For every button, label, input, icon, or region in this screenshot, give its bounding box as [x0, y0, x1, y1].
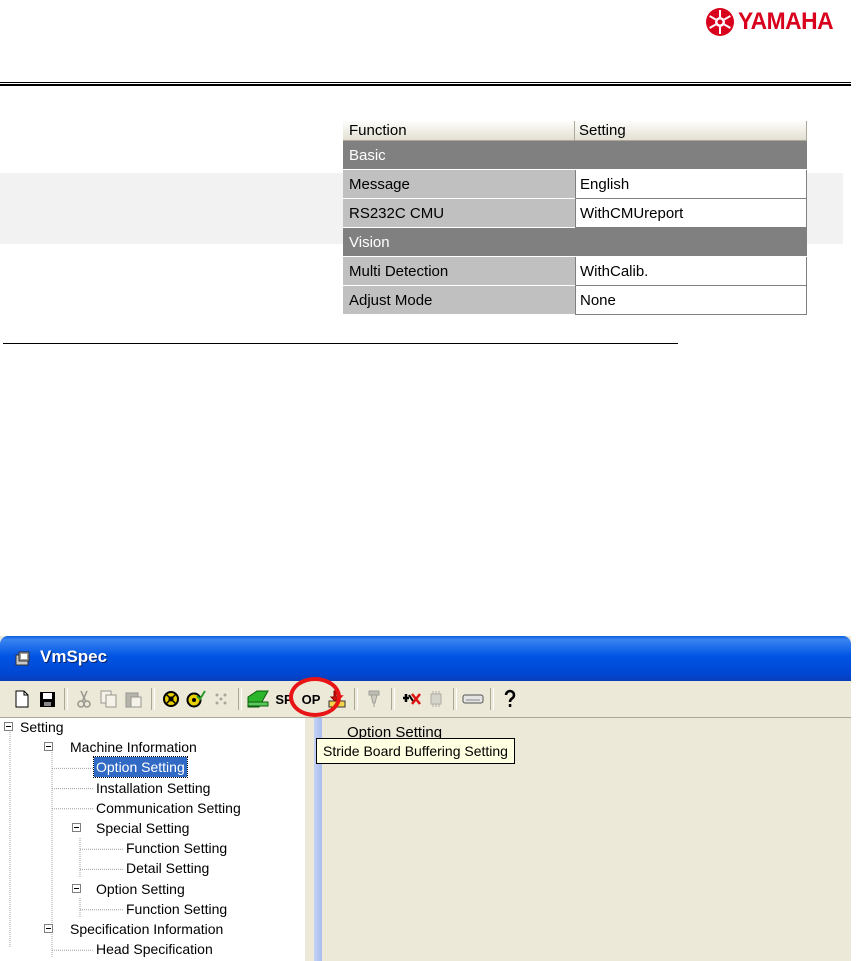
- paste-button[interactable]: [122, 686, 146, 712]
- help-button[interactable]: [498, 686, 522, 712]
- new-file-icon: [15, 690, 29, 708]
- setting-cell[interactable]: English: [575, 170, 807, 199]
- setting-cell: [575, 228, 807, 257]
- paste-icon: [125, 692, 142, 708]
- tree-item[interactable]: Option Setting: [0, 756, 305, 779]
- tree-item-label: Communication Setting: [96, 799, 241, 816]
- new-file-button[interactable]: [10, 686, 34, 712]
- function-cell: Vision: [343, 228, 575, 257]
- function-cell: Message: [343, 170, 575, 199]
- tree-item-label: Setting: [20, 719, 64, 735]
- tree-item[interactable]: Detail Setting: [0, 858, 305, 878]
- tree-item[interactable]: Option Setting: [0, 879, 305, 899]
- column-header-setting[interactable]: Setting: [575, 121, 807, 141]
- toolbar-separator: [238, 688, 242, 710]
- settings-tree: Setting Machine Information Option Setting…: [0, 718, 305, 961]
- tree-item-label: Installation Setting: [96, 779, 211, 796]
- toolbar-separator: [151, 688, 155, 710]
- tree-item-label: Head Specification: [96, 941, 213, 958]
- collapse-toggle-icon[interactable]: [44, 924, 53, 933]
- yamaha-logo: YAMAHA: [705, 5, 863, 39]
- dots-grid-icon: [215, 693, 227, 705]
- copy-icon: [100, 690, 117, 708]
- tree-item[interactable]: Installation Setting: [0, 778, 305, 798]
- collapse-toggle-icon[interactable]: [72, 883, 81, 893]
- setting-cell[interactable]: WithCalib.: [575, 257, 807, 286]
- collapse-toggle-icon[interactable]: [4, 722, 13, 731]
- chip-button[interactable]: [424, 686, 448, 712]
- disconnect-plug-icon: [403, 693, 421, 705]
- collapse-toggle-icon[interactable]: [44, 742, 53, 752]
- grid-group-row[interactable]: Vision: [343, 228, 807, 257]
- tree-item-label: Detail Setting: [126, 860, 210, 877]
- grid-row[interactable]: Multi Detection WithCalib.: [343, 257, 807, 286]
- function-cell: Adjust Mode: [343, 286, 575, 315]
- reel-icon: [163, 691, 179, 707]
- grid-row[interactable]: Message English: [343, 170, 807, 199]
- green-board-icon: [247, 690, 269, 708]
- setting-cell: [575, 141, 807, 170]
- logo-text: YAMAHA: [738, 8, 834, 35]
- function-cell: Multi Detection: [343, 257, 575, 286]
- tree-item-label: Machine Information: [70, 739, 197, 756]
- toolbar: SP OP: [0, 681, 851, 718]
- help-question-icon: [504, 689, 516, 707]
- tree-item[interactable]: Communication Setting: [0, 798, 305, 818]
- vmspec-window: VmSpec SP OP Setting Machine Information…: [0, 636, 851, 961]
- save-button[interactable]: [35, 686, 59, 712]
- disconnect-button[interactable]: [399, 686, 423, 712]
- tree-item[interactable]: Function Setting: [0, 899, 305, 919]
- tree-item-label: Function Setting: [126, 840, 228, 857]
- toolbar-separator: [490, 688, 494, 710]
- setting-cell[interactable]: WithCMUreport: [575, 199, 807, 228]
- window-title: VmSpec: [40, 647, 108, 666]
- tree-item-label: Option Setting: [96, 880, 185, 897]
- copy-button[interactable]: [97, 686, 121, 712]
- tree-item-label: Function Setting: [126, 900, 228, 917]
- toolbar-separator: [354, 688, 358, 710]
- toolbar-separator: [453, 688, 457, 710]
- tree-item[interactable]: Function Setting: [0, 838, 305, 858]
- dots-button[interactable]: [209, 686, 233, 712]
- tree-item-label: Special Setting: [96, 820, 190, 836]
- tree-item[interactable]: Setting: [0, 717, 305, 737]
- tree-item-label: Specification Information: [70, 921, 224, 937]
- yamaha-tuning-forks-icon: [706, 8, 734, 36]
- nozzle-icon: [368, 690, 380, 707]
- nozzle-button[interactable]: [362, 686, 386, 712]
- tree-item[interactable]: Specification Information: [0, 919, 305, 939]
- grid-row[interactable]: RS232C CMU WithCMUreport: [343, 199, 807, 228]
- section-underline: [3, 343, 678, 344]
- scissors-icon: [77, 690, 91, 708]
- reel-check-button[interactable]: [184, 686, 208, 712]
- app-icon: [15, 651, 30, 666]
- red-highlight-circle: [289, 677, 341, 717]
- chip-icon: [430, 691, 442, 707]
- reel-check-icon: [186, 690, 206, 708]
- function-cell: RS232C CMU: [343, 199, 575, 228]
- tree-item[interactable]: Special Setting: [0, 818, 305, 838]
- tooltip: Stride Board Buffering Setting: [316, 738, 515, 764]
- tree-item[interactable]: Head Specification: [0, 939, 305, 959]
- keyboard-icon: [462, 694, 484, 704]
- toolbar-separator: [391, 688, 395, 710]
- setting-cell[interactable]: None: [575, 286, 807, 315]
- tree-item-label: Option Setting: [93, 756, 188, 779]
- function-cell: Basic: [343, 141, 575, 170]
- toolbar-separator: [64, 688, 68, 710]
- reel-button[interactable]: [159, 686, 183, 712]
- header-double-rule: [0, 82, 851, 86]
- grid-row[interactable]: Adjust Mode None: [343, 286, 807, 315]
- collapse-toggle-icon[interactable]: [72, 823, 81, 832]
- save-icon: [39, 691, 55, 707]
- stride-board-buffering-button[interactable]: [246, 686, 270, 712]
- tree-item[interactable]: Machine Information: [0, 737, 305, 757]
- cut-button[interactable]: [72, 686, 96, 712]
- grid-group-row[interactable]: Basic: [343, 141, 807, 170]
- column-header-function[interactable]: Function: [343, 121, 575, 141]
- keyboard-button[interactable]: [461, 686, 485, 712]
- window-titlebar[interactable]: VmSpec: [0, 636, 851, 681]
